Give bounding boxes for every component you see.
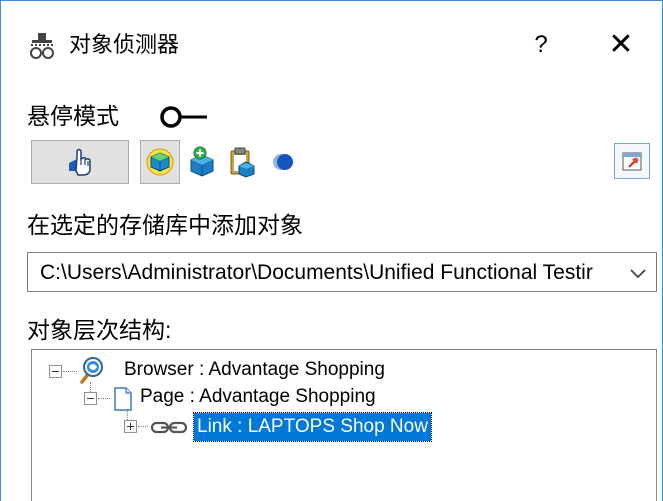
chevron-down-icon [630,269,646,279]
object-hierarchy-tree: Browser : Advantage Shopping Page : Adva… [31,349,657,501]
copy-to-clipboard-button[interactable] [223,140,263,184]
expand-toggle[interactable] [124,420,137,433]
cube-add-icon [190,146,214,177]
collapse-toggle[interactable] [84,392,97,405]
object-spy-window: 对象侦测器 ? ✕ 悬停模式 在选定的存储库中添加对象 C:\Users\Adm… [0,0,663,501]
browser-icon [80,357,103,384]
highlight-object-button[interactable] [140,140,180,184]
pointing-hand-icon [69,148,91,176]
hover-mode-label: 悬停模式 [27,103,119,129]
page-icon [114,387,132,411]
tree-node-link[interactable]: Link : LAPTOPS Shop Now [193,412,432,442]
tree-node-page[interactable]: Page : Advantage Shopping [140,383,376,411]
hover-mode-toggle[interactable] [159,104,219,130]
record-button[interactable] [263,140,303,184]
collapse-toggle[interactable] [49,365,62,378]
title-bar: 对象侦测器 ? ✕ [1,1,662,89]
repository-label: 在选定的存储库中添加对象 [27,212,303,238]
tree-node-browser[interactable]: Browser : Advantage Shopping [124,356,385,384]
pin-window-icon [622,152,642,171]
link-icon [150,421,188,434]
pointing-hand-button[interactable] [31,140,129,184]
record-icon [273,154,293,170]
clipboard-icon [230,147,255,178]
cube-highlight-icon [146,148,174,176]
close-button[interactable]: ✕ [601,25,641,65]
hierarchy-label: 对象层次结构: [27,317,172,343]
spy-icon [30,33,54,59]
keep-on-top-button[interactable] [614,143,650,179]
window-title: 对象侦测器 [69,32,180,57]
repository-path: C:\Users\Administrator\Documents\Unified… [40,261,593,284]
add-object-button[interactable] [182,140,222,184]
repository-select[interactable]: C:\Users\Administrator\Documents\Unified… [27,252,657,292]
help-button[interactable]: ? [523,25,559,65]
